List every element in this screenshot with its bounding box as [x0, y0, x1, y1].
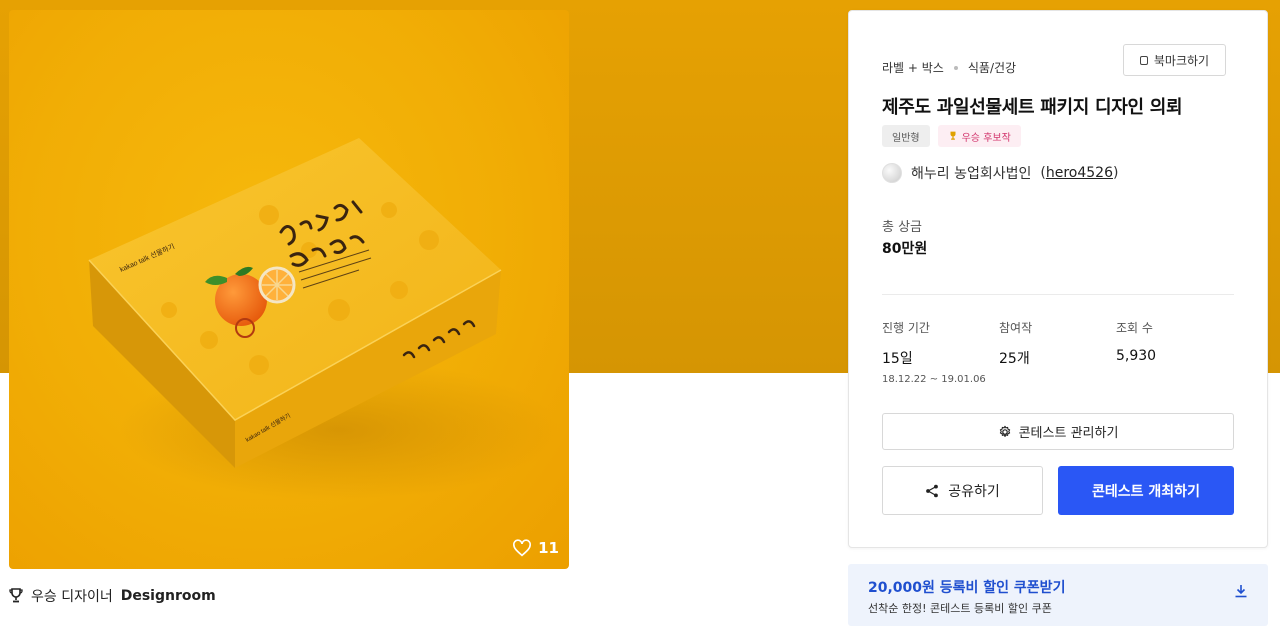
- views-value: 5,930: [1116, 348, 1157, 364]
- tag-winner-candidate: 우승 후보작: [937, 125, 1021, 147]
- share-button[interactable]: 공유하기: [882, 466, 1043, 515]
- like-count: 11: [538, 539, 559, 557]
- owner-name: 해누리 농업회사법인: [911, 166, 1032, 182]
- host-contest-button[interactable]: 콘테스트 개최하기: [1058, 466, 1234, 515]
- category-primary[interactable]: 라벨 + 박스: [882, 59, 944, 76]
- manage-contest-label: 콘테스트 관리하기: [1018, 426, 1119, 441]
- coupon-title: 20,000원 등록비 할인 쿠폰받기: [868, 580, 1066, 596]
- bookmark-button[interactable]: 북마크하기: [1123, 44, 1226, 76]
- owner-handle[interactable]: hero4526: [1046, 165, 1113, 181]
- coupon-subtitle: 선착순 한정! 콘테스트 등록비 할인 쿠폰: [868, 602, 1052, 615]
- entries-value: 25개: [999, 351, 1030, 367]
- avatar: [882, 163, 902, 183]
- winner-prefix: 우승 디자이너: [31, 589, 113, 605]
- separator-dot: [953, 65, 958, 70]
- tag-winner-candidate-label: 우승 후보작: [961, 132, 1011, 144]
- winner-designer: 우승 디자이너 Designroom: [9, 586, 216, 606]
- prize-value: 80만원: [882, 241, 928, 257]
- bookmark-icon: [1139, 55, 1148, 65]
- stat-entries: 참여작 25개: [999, 319, 1032, 368]
- contest-info-panel: 라벨 + 박스 식품/건강 북마크하기 제주도 과일선물세트 패키지 디자인 의…: [848, 10, 1268, 548]
- manage-contest-button[interactable]: 콘테스트 관리하기: [882, 413, 1234, 450]
- product-image[interactable]: kakao talk 선물하기 kakao talk 선물하기 11: [9, 10, 569, 569]
- views-label: 조회 수: [1116, 321, 1153, 335]
- trophy-icon: [9, 588, 23, 603]
- contest-owner[interactable]: 해누리 농업회사법인 (hero4526): [882, 163, 1118, 183]
- category-breadcrumb: 라벨 + 박스 식품/건강: [882, 59, 1016, 76]
- winner-name[interactable]: Designroom: [121, 588, 216, 604]
- contest-title: 제주도 과일선물세트 패키지 디자인 의뢰: [882, 97, 1183, 118]
- period-range: 18.12.22 ~ 19.01.06: [882, 374, 986, 385]
- gift-box-illustration: kakao talk 선물하기 kakao talk 선물하기: [88, 138, 559, 500]
- trophy-icon: [950, 131, 956, 140]
- share-label: 공유하기: [948, 483, 1000, 500]
- coupon-banner[interactable]: 20,000원 등록비 할인 쿠폰받기 선착순 한정! 콘테스트 등록비 할인 …: [848, 564, 1268, 626]
- entries-label: 참여작: [999, 321, 1033, 335]
- prize-label: 총 상금: [882, 220, 923, 235]
- category-secondary[interactable]: 식품/건강: [968, 59, 1016, 76]
- download-icon[interactable]: [1234, 584, 1248, 598]
- stat-views: 조회 수 5,930: [1116, 319, 1156, 364]
- gear-icon: [999, 425, 1010, 437]
- bookmark-label: 북마크하기: [1153, 53, 1210, 68]
- heart-icon: [513, 539, 532, 557]
- share-icon: [926, 484, 939, 497]
- like-counter[interactable]: 11: [512, 539, 559, 557]
- tag-general: 일반형: [882, 125, 930, 147]
- contest-tags: 일반형 우승 후보작: [882, 125, 1021, 147]
- stat-period: 진행 기간 15일 18.12.22 ~ 19.01.06: [882, 319, 986, 385]
- divider: [882, 294, 1234, 295]
- period-label: 진행 기간: [882, 321, 930, 335]
- period-value: 15일: [882, 351, 913, 367]
